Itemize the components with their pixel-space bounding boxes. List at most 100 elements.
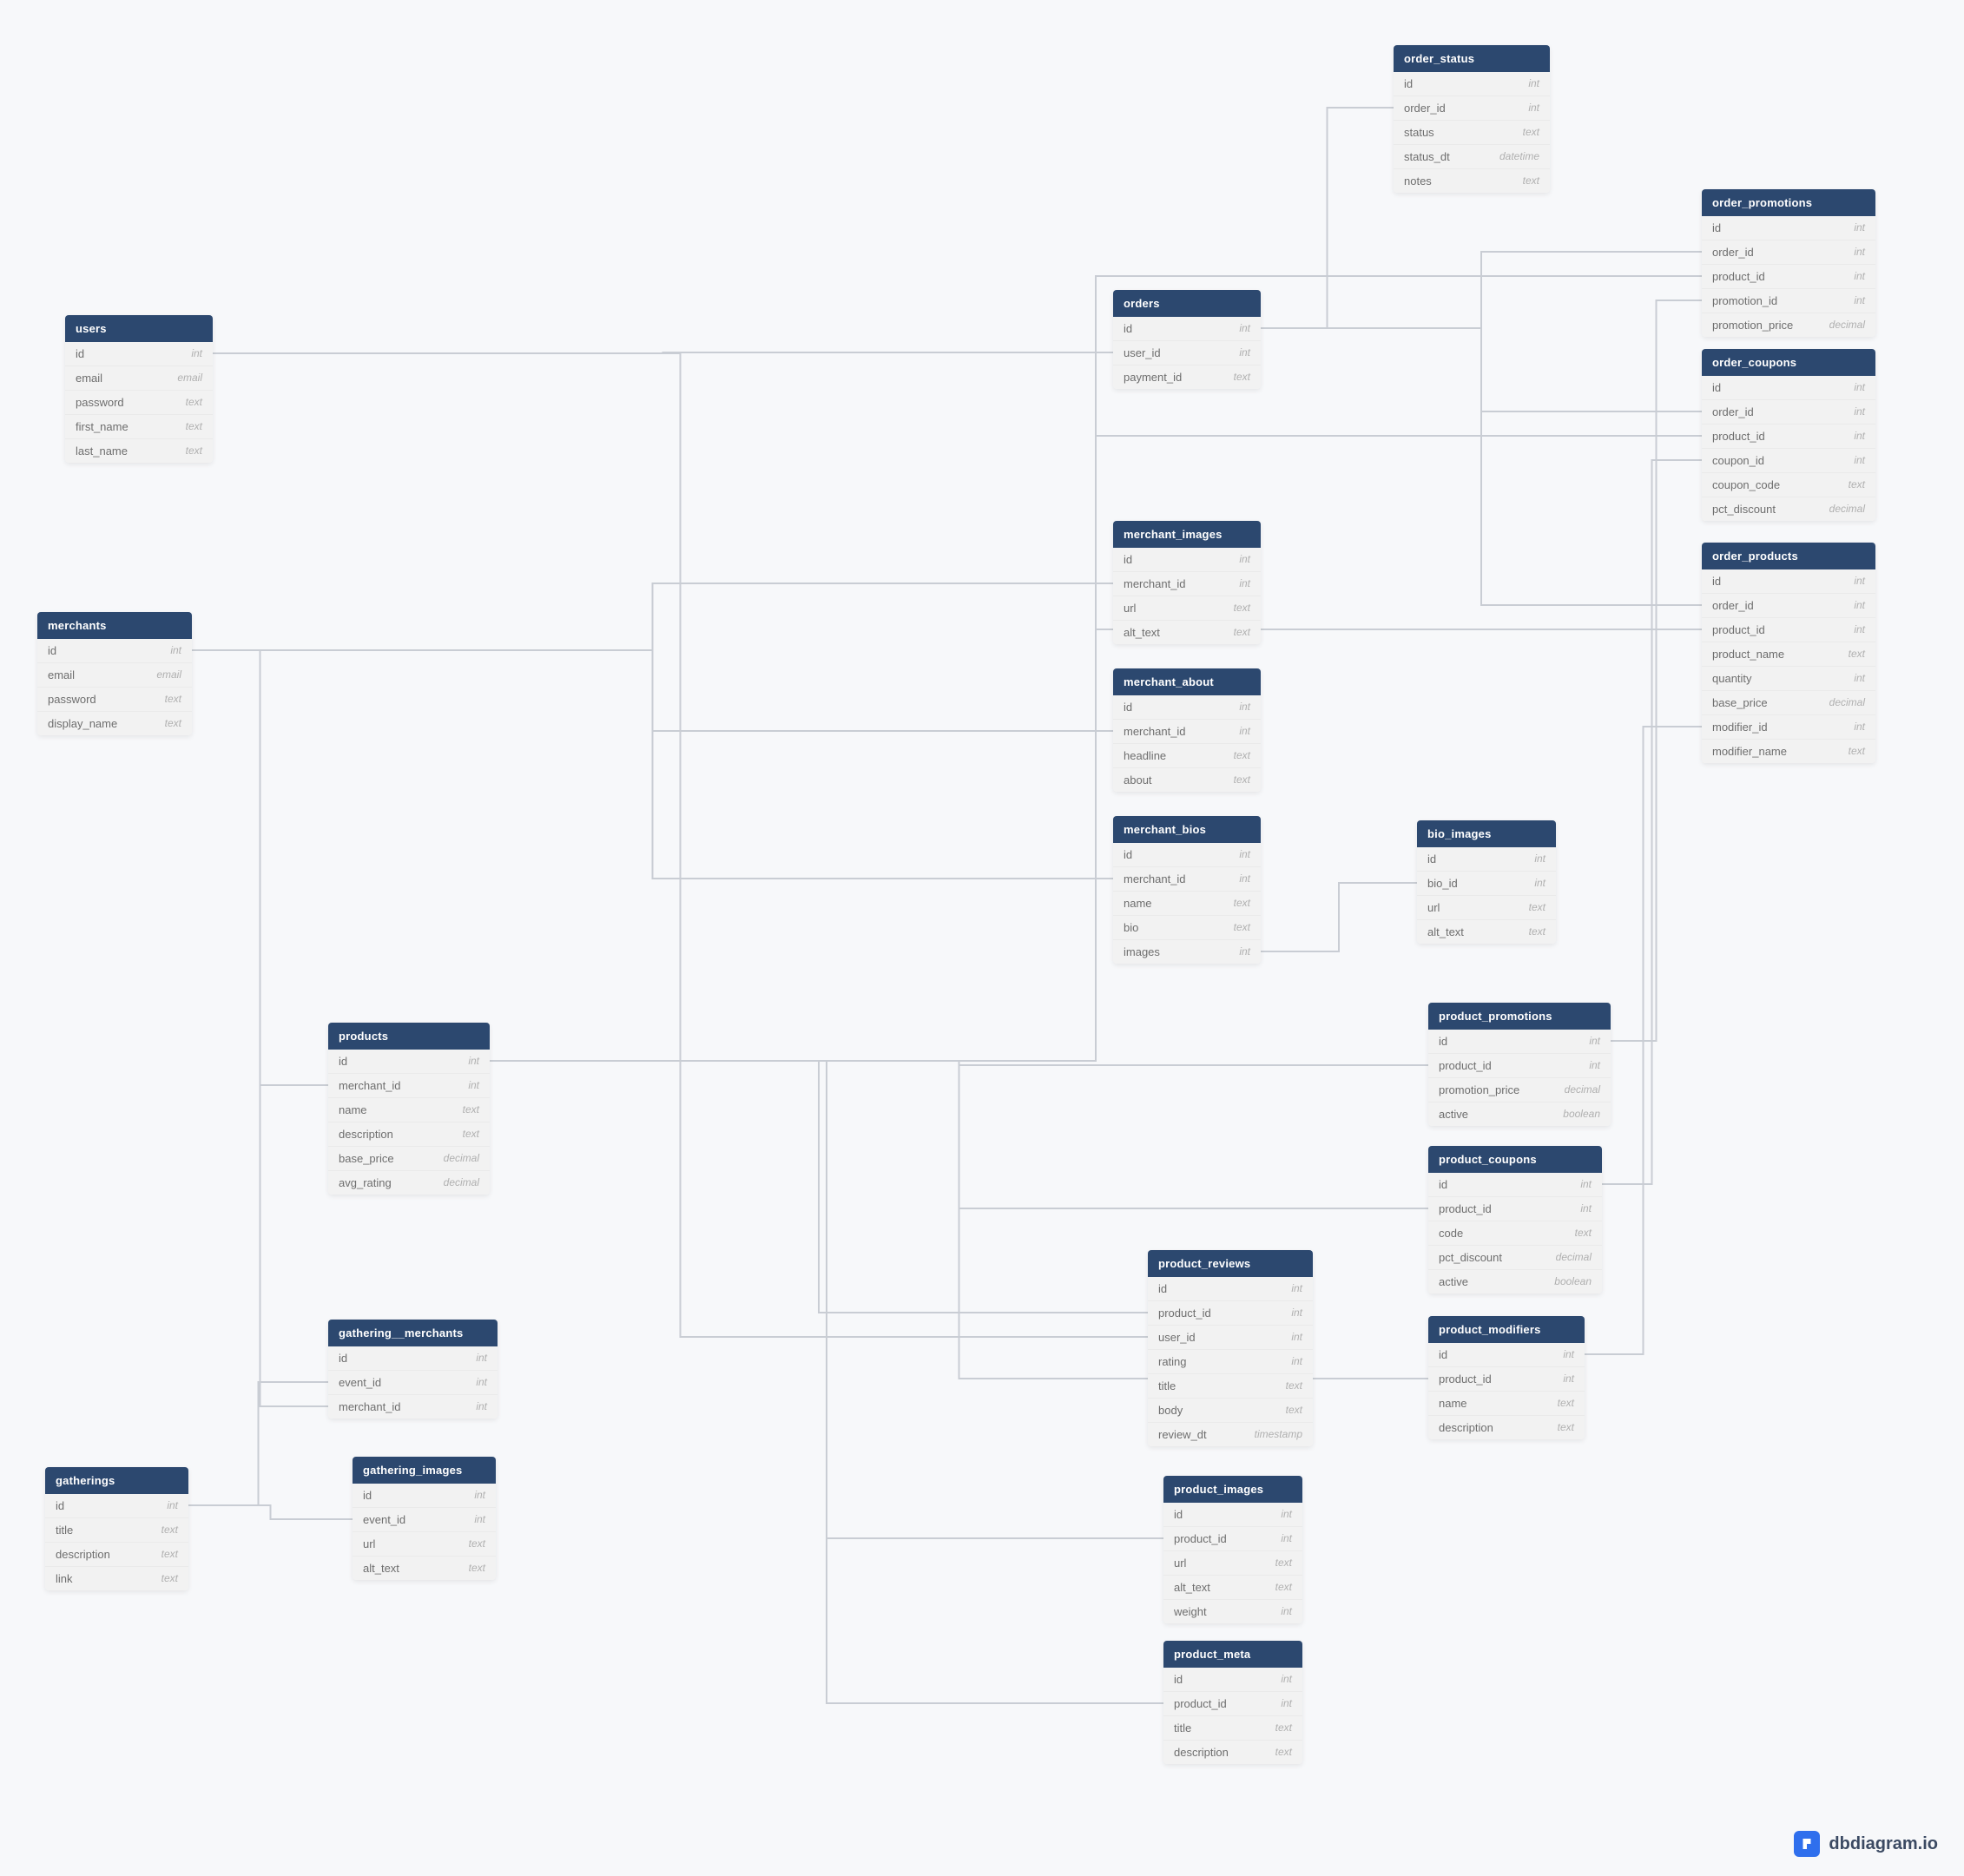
column-row[interactable]: product_idint: [1163, 1691, 1302, 1715]
table-merchant_about[interactable]: merchant_aboutidintmerchant_idintheadlin…: [1113, 668, 1261, 792]
column-row[interactable]: payment_idtext: [1113, 365, 1261, 389]
column-row[interactable]: codetext: [1428, 1221, 1602, 1245]
column-row[interactable]: alt_texttext: [353, 1556, 496, 1580]
table-product_modifiers[interactable]: product_modifiersidintproduct_idintnamet…: [1428, 1316, 1585, 1439]
column-row[interactable]: user_idint: [1113, 340, 1261, 365]
column-row[interactable]: product_idint: [1428, 1196, 1602, 1221]
table-header[interactable]: merchant_bios: [1113, 816, 1261, 843]
column-row[interactable]: idint: [1113, 843, 1261, 866]
column-row[interactable]: review_dttimestamp: [1148, 1422, 1313, 1446]
column-row[interactable]: quantityint: [1702, 666, 1875, 690]
column-row[interactable]: idint: [1702, 216, 1875, 240]
column-row[interactable]: biotext: [1113, 915, 1261, 939]
column-row[interactable]: titletext: [1163, 1715, 1302, 1740]
table-header[interactable]: order_products: [1702, 543, 1875, 569]
column-row[interactable]: merchant_idint: [328, 1394, 498, 1419]
column-row[interactable]: idint: [1702, 569, 1875, 593]
column-row[interactable]: bio_idint: [1417, 871, 1556, 895]
column-row[interactable]: urltext: [1113, 596, 1261, 620]
column-row[interactable]: order_idint: [1702, 593, 1875, 617]
column-row[interactable]: coupon_idint: [1702, 448, 1875, 472]
column-row[interactable]: statustext: [1394, 120, 1550, 144]
column-row[interactable]: idint: [1702, 376, 1875, 399]
table-header[interactable]: product_coupons: [1428, 1146, 1602, 1173]
column-row[interactable]: idint: [45, 1494, 188, 1517]
column-row[interactable]: promotion_idint: [1702, 288, 1875, 313]
table-header[interactable]: product_modifiers: [1428, 1316, 1585, 1343]
column-row[interactable]: idint: [1417, 847, 1556, 871]
table-header[interactable]: product_reviews: [1148, 1250, 1313, 1277]
column-row[interactable]: idint: [1428, 1343, 1585, 1366]
column-row[interactable]: emailemail: [65, 365, 213, 390]
table-header[interactable]: users: [65, 315, 213, 342]
table-gathering_merchants[interactable]: gathering__merchantsidintevent_idintmerc…: [328, 1320, 498, 1419]
column-row[interactable]: order_idint: [1702, 240, 1875, 264]
column-row[interactable]: activeboolean: [1428, 1269, 1602, 1293]
column-row[interactable]: alt_texttext: [1163, 1575, 1302, 1599]
column-row[interactable]: product_idint: [1163, 1526, 1302, 1550]
column-row[interactable]: passwordtext: [65, 390, 213, 414]
table-header[interactable]: product_promotions: [1428, 1003, 1611, 1030]
table-header[interactable]: order_status: [1394, 45, 1550, 72]
table-bio_images[interactable]: bio_imagesidintbio_idinturltextalt_textt…: [1417, 820, 1556, 944]
column-row[interactable]: idint: [1113, 548, 1261, 571]
table-order_status[interactable]: order_statusidintorder_idintstatustextst…: [1394, 45, 1550, 193]
table-header[interactable]: orders: [1113, 290, 1261, 317]
column-row[interactable]: product_idint: [1428, 1053, 1611, 1077]
table-header[interactable]: order_coupons: [1702, 349, 1875, 376]
column-row[interactable]: titletext: [45, 1517, 188, 1542]
table-header[interactable]: gatherings: [45, 1467, 188, 1494]
column-row[interactable]: idint: [353, 1484, 496, 1507]
column-row[interactable]: user_idint: [1148, 1325, 1313, 1349]
column-row[interactable]: nametext: [1113, 891, 1261, 915]
table-order_coupons[interactable]: order_couponsidintorder_idintproduct_idi…: [1702, 349, 1875, 521]
column-row[interactable]: pct_discountdecimal: [1428, 1245, 1602, 1269]
column-row[interactable]: urltext: [1163, 1550, 1302, 1575]
column-row[interactable]: coupon_codetext: [1702, 472, 1875, 497]
table-merchant_bios[interactable]: merchant_biosidintmerchant_idintnametext…: [1113, 816, 1261, 964]
column-row[interactable]: descriptiontext: [1163, 1740, 1302, 1764]
table-users[interactable]: usersidintemailemailpasswordtextfirst_na…: [65, 315, 213, 463]
column-row[interactable]: merchant_idint: [1113, 866, 1261, 891]
er-diagram-canvas[interactable]: usersidintemailemailpasswordtextfirst_na…: [0, 0, 1964, 1876]
column-row[interactable]: product_idint: [1148, 1300, 1313, 1325]
column-row[interactable]: idint: [1163, 1503, 1302, 1526]
column-row[interactable]: idint: [1394, 72, 1550, 95]
table-product_promotions[interactable]: product_promotionsidintproduct_idintprom…: [1428, 1003, 1611, 1126]
table-header[interactable]: merchants: [37, 612, 192, 639]
column-row[interactable]: merchant_idint: [1113, 719, 1261, 743]
column-row[interactable]: titletext: [1148, 1373, 1313, 1398]
column-row[interactable]: idint: [328, 1050, 490, 1073]
table-header[interactable]: gathering__merchants: [328, 1320, 498, 1346]
column-row[interactable]: product_idint: [1702, 424, 1875, 448]
column-row[interactable]: bodytext: [1148, 1398, 1313, 1422]
column-row[interactable]: idint: [1428, 1173, 1602, 1196]
column-row[interactable]: urltext: [353, 1531, 496, 1556]
column-row[interactable]: idint: [65, 342, 213, 365]
column-row[interactable]: base_pricedecimal: [1702, 690, 1875, 714]
column-row[interactable]: imagesint: [1113, 939, 1261, 964]
column-row[interactable]: event_idint: [328, 1370, 498, 1394]
table-header[interactable]: order_promotions: [1702, 189, 1875, 216]
column-row[interactable]: promotion_pricedecimal: [1702, 313, 1875, 337]
column-row[interactable]: idint: [1113, 317, 1261, 340]
column-row[interactable]: nametext: [328, 1097, 490, 1122]
column-row[interactable]: passwordtext: [37, 687, 192, 711]
table-header[interactable]: products: [328, 1023, 490, 1050]
column-row[interactable]: status_dtdatetime: [1394, 144, 1550, 168]
column-row[interactable]: product_nametext: [1702, 642, 1875, 666]
column-row[interactable]: product_idint: [1428, 1366, 1585, 1391]
table-gathering_images[interactable]: gathering_imagesidintevent_idinturltexta…: [353, 1457, 496, 1580]
column-row[interactable]: linktext: [45, 1566, 188, 1590]
table-products[interactable]: productsidintmerchant_idintnametextdescr…: [328, 1023, 490, 1195]
table-product_meta[interactable]: product_metaidintproduct_idinttitletextd…: [1163, 1641, 1302, 1764]
table-orders[interactable]: ordersidintuser_idintpayment_idtext: [1113, 290, 1261, 389]
column-row[interactable]: idint: [1148, 1277, 1313, 1300]
column-row[interactable]: idint: [1113, 695, 1261, 719]
column-row[interactable]: modifier_nametext: [1702, 739, 1875, 763]
column-row[interactable]: merchant_idint: [1113, 571, 1261, 596]
table-product_reviews[interactable]: product_reviewsidintproduct_idintuser_id…: [1148, 1250, 1313, 1446]
column-row[interactable]: promotion_pricedecimal: [1428, 1077, 1611, 1102]
column-row[interactable]: descriptiontext: [45, 1542, 188, 1566]
column-row[interactable]: order_idint: [1394, 95, 1550, 120]
